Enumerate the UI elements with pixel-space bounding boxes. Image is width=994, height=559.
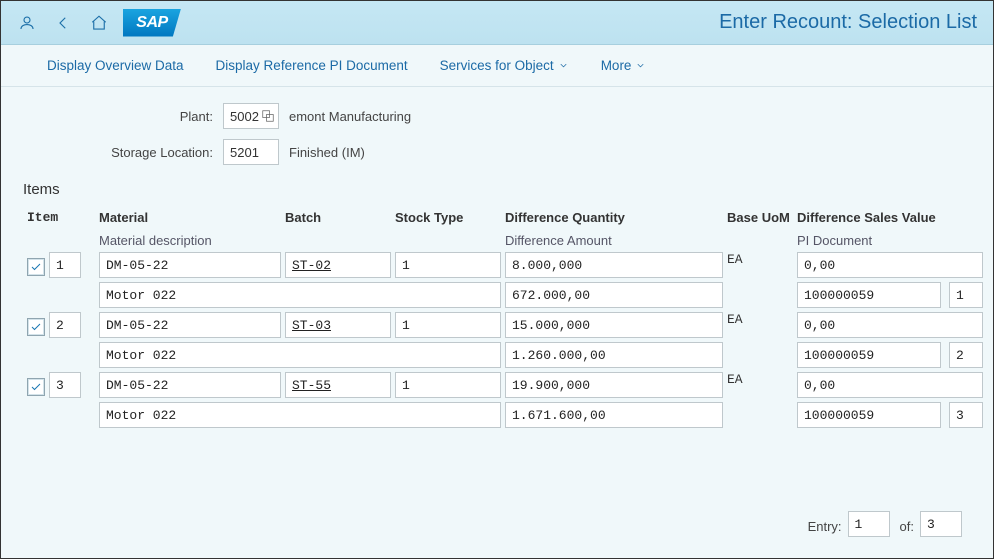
difference-amount[interactable]: 1.260.000,00 (505, 342, 723, 368)
more-button[interactable]: More (601, 58, 647, 73)
diff-qty-input[interactable]: 19.900,000 (505, 372, 723, 398)
sloc-description: Finished (IM) (283, 145, 973, 160)
col-diff-qty: Difference Quantity (505, 206, 727, 229)
plant-description: emont Manufacturing (283, 109, 973, 124)
services-for-object-label: Services for Object (440, 58, 554, 73)
difference-amount[interactable]: 672.000,00 (505, 282, 723, 308)
header-form: Plant: 5002 emont Manufacturing Storage … (21, 103, 973, 165)
item-number[interactable]: 3 (49, 372, 81, 398)
material-input[interactable]: DM-05-22 (99, 372, 281, 398)
table-row-detail: Motor 0221.671.600,001000000593 (27, 402, 973, 432)
material-description[interactable]: Motor 022 (99, 342, 501, 368)
material-description[interactable]: Motor 022 (99, 402, 501, 428)
diff-sales-value-input[interactable]: 0,00 (797, 252, 983, 278)
diff-sales-value-input[interactable]: 0,00 (797, 372, 983, 398)
display-ref-pi-button[interactable]: Display Reference PI Document (216, 58, 408, 73)
pi-doc-item[interactable]: 2 (949, 342, 983, 368)
title-bar: SAP Enter Recount: Selection List (1, 1, 993, 45)
table-row: 1DM-05-22ST-0218.000,000EA0,00 (27, 252, 973, 282)
pi-doc-item[interactable]: 3 (949, 402, 983, 428)
material-input[interactable]: DM-05-22 (99, 312, 281, 338)
stock-type-input[interactable]: 1 (395, 312, 501, 338)
table-row: 3DM-05-22ST-55119.900,000EA0,00 (27, 372, 973, 402)
row-checkbox[interactable] (27, 318, 45, 336)
items-header-row: Item Material Batch Stock Type Differenc… (27, 206, 973, 229)
col-diff-val: Difference Sales Value (797, 206, 987, 229)
items-subheader-row: Material description Difference Amount P… (27, 229, 973, 252)
col-diff-amt: Difference Amount (505, 229, 727, 252)
plant-label: Plant: (21, 109, 223, 124)
plant-value: 5002 (230, 109, 259, 124)
of-label: of: (900, 519, 914, 534)
display-overview-button[interactable]: Display Overview Data (47, 58, 184, 73)
chevron-down-icon (558, 60, 569, 71)
diff-sales-value-input[interactable]: 0,00 (797, 312, 983, 338)
table-row-detail: Motor 0221.260.000,001000000592 (27, 342, 973, 372)
col-stock-type: Stock Type (395, 206, 505, 229)
item-number[interactable]: 1 (49, 252, 81, 278)
f4-help-icon[interactable] (260, 108, 276, 124)
of-value: 3 (920, 511, 962, 537)
main-content: Plant: 5002 emont Manufacturing Storage … (1, 87, 993, 440)
entry-paginator: Entry: 1 of: 3 (808, 511, 966, 541)
stock-type-input[interactable]: 1 (395, 372, 501, 398)
plant-input[interactable]: 5002 (223, 103, 279, 129)
back-icon[interactable] (45, 6, 81, 40)
diff-qty-input[interactable]: 15.000,000 (505, 312, 723, 338)
stock-type-input[interactable]: 1 (395, 252, 501, 278)
col-batch: Batch (285, 206, 395, 229)
table-row-detail: Motor 022672.000,001000000591 (27, 282, 973, 312)
base-uom: EA (727, 372, 797, 402)
batch-input[interactable]: ST-03 (285, 312, 391, 338)
col-material: Material (99, 206, 285, 229)
pi-document[interactable]: 100000059 (797, 402, 941, 428)
entry-value[interactable]: 1 (848, 511, 890, 537)
material-description[interactable]: Motor 022 (99, 282, 501, 308)
diff-qty-input[interactable]: 8.000,000 (505, 252, 723, 278)
batch-input[interactable]: ST-02 (285, 252, 391, 278)
sloc-label: Storage Location: (21, 145, 223, 160)
more-label: More (601, 58, 632, 73)
entry-label: Entry: (808, 519, 842, 534)
sloc-value: 5201 (230, 145, 259, 160)
chevron-down-icon (635, 60, 646, 71)
user-icon[interactable] (9, 6, 45, 40)
items-section-title: Items (23, 181, 973, 198)
pi-document[interactable]: 100000059 (797, 342, 941, 368)
pi-doc-item[interactable]: 1 (949, 282, 983, 308)
row-checkbox[interactable] (27, 258, 45, 276)
table-row: 2DM-05-22ST-03115.000,000EA0,00 (27, 312, 973, 342)
row-checkbox[interactable] (27, 378, 45, 396)
toolbar: Display Overview Data Display Reference … (1, 45, 993, 87)
base-uom: EA (727, 252, 797, 282)
sloc-input[interactable]: 5201 (223, 139, 279, 165)
batch-input[interactable]: ST-55 (285, 372, 391, 398)
col-item: Item (27, 206, 99, 229)
item-number[interactable]: 2 (49, 312, 81, 338)
material-input[interactable]: DM-05-22 (99, 252, 281, 278)
col-base-uom: Base UoM (727, 206, 797, 229)
services-for-object-button[interactable]: Services for Object (440, 58, 569, 73)
base-uom: EA (727, 312, 797, 342)
page-title: Enter Recount: Selection List (719, 11, 977, 34)
col-mat-desc: Material description (99, 229, 505, 252)
items-table: Item Material Batch Stock Type Differenc… (21, 206, 973, 432)
col-pi-doc: PI Document (797, 229, 987, 252)
difference-amount[interactable]: 1.671.600,00 (505, 402, 723, 428)
sap-logo: SAP (123, 9, 181, 37)
pi-document[interactable]: 100000059 (797, 282, 941, 308)
home-icon[interactable] (81, 6, 117, 40)
